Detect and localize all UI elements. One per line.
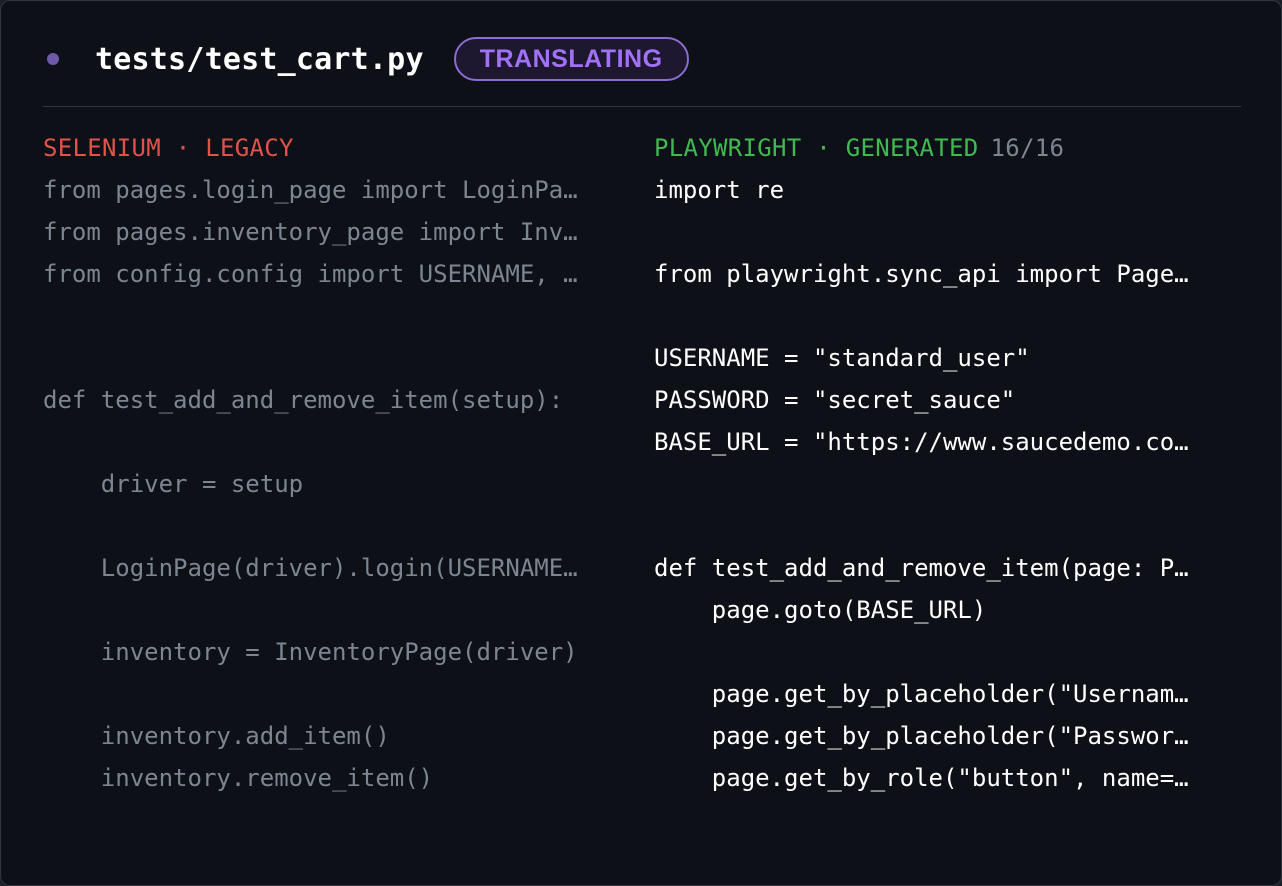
- legacy-code-line: inventory.add_item(): [43, 722, 390, 750]
- generated-code-line: import re: [654, 176, 785, 204]
- generated-pane-title: PLAYWRIGHT · GENERATED 16/16: [654, 127, 1236, 169]
- generated-pane-label: PLAYWRIGHT · GENERATED: [654, 134, 979, 162]
- generated-code-block: import re from playwright.sync_api import…: [654, 169, 1236, 799]
- generated-code-line: [654, 505, 1236, 547]
- legacy-code-line: [43, 295, 627, 337]
- legacy-code-line: from pages.login_page import LoginPa…: [43, 176, 578, 204]
- legacy-code-line: [43, 673, 627, 715]
- generated-code-line: def test_add_and_remove_item(page: P…: [654, 554, 1189, 582]
- translation-panel: tests/test_cart.py TRANSLATING SELENIUM …: [0, 0, 1282, 886]
- legacy-code-pane: SELENIUM · LEGACY from pages.login_page …: [43, 127, 627, 799]
- file-name: tests/test_cart.py: [95, 41, 424, 77]
- generated-code-line: PASSWORD = "secret_sauce": [654, 386, 1016, 414]
- legacy-pane-label: SELENIUM · LEGACY: [43, 134, 294, 162]
- legacy-code-line: [43, 505, 627, 547]
- legacy-code-line: [43, 421, 627, 463]
- generated-code-line: from playwright.sync_api import Page…: [654, 260, 1189, 288]
- legacy-code-line: inventory = InventoryPage(driver): [43, 638, 578, 666]
- header-divider: [43, 106, 1241, 107]
- generated-code-line: page.get_by_placeholder("Passwor…: [654, 722, 1189, 750]
- generated-code-line: page.get_by_placeholder("Usernam…: [654, 680, 1189, 708]
- legacy-code-line: driver = setup: [43, 470, 304, 498]
- legacy-code-line: from config.config import USERNAME, …: [43, 260, 578, 288]
- legacy-code-line: inventory.remove_item(): [43, 764, 434, 792]
- legacy-code-line: def test_add_and_remove_item(setup):: [43, 386, 564, 414]
- panel-header: tests/test_cart.py TRANSLATING: [43, 35, 689, 83]
- generated-code-line: USERNAME = "standard_user": [654, 344, 1030, 372]
- legacy-code-line: LoginPage(driver).login(USERNAME…: [43, 554, 578, 582]
- generated-code-pane: PLAYWRIGHT · GENERATED 16/16 import re fro…: [654, 127, 1236, 799]
- status-badge: TRANSLATING: [453, 37, 689, 81]
- generated-code-line: [654, 295, 1236, 337]
- generated-code-line: [654, 631, 1236, 673]
- generated-code-line: BASE_URL = "https://www.saucedemo.co…: [654, 428, 1189, 456]
- generated-code-line: [654, 463, 1236, 505]
- generated-code-line: page.goto(BASE_URL): [654, 596, 987, 624]
- legacy-pane-title: SELENIUM · LEGACY: [43, 127, 627, 169]
- status-dot-icon: [47, 53, 59, 65]
- legacy-code-line: [43, 589, 627, 631]
- generation-progress: 16/16: [990, 134, 1065, 162]
- generated-code-line: page.get_by_role("button", name=…: [654, 764, 1189, 792]
- legacy-code-block: from pages.login_page import LoginPa… fro…: [43, 169, 627, 799]
- generated-code-line: [654, 211, 1236, 253]
- legacy-code-line: [43, 337, 627, 379]
- legacy-code-line: from pages.inventory_page import Inv…: [43, 218, 578, 246]
